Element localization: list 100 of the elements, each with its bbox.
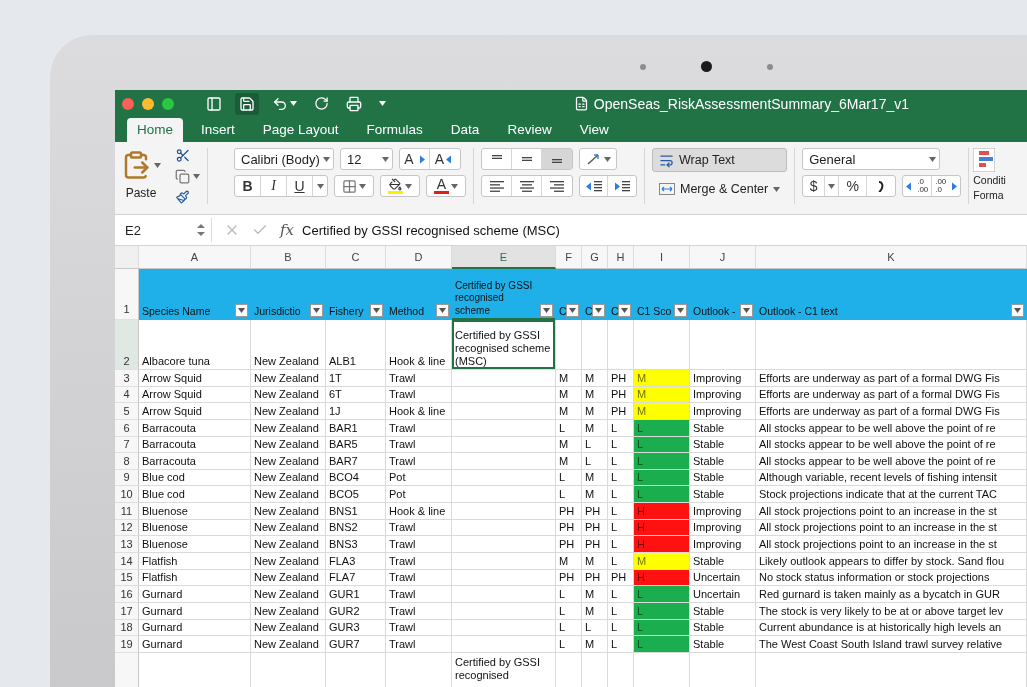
column-title: C1 Sco: [637, 304, 672, 317]
stepper-icon[interactable]: [197, 223, 205, 237]
column-header[interactable]: I: [634, 246, 690, 269]
ribbon-tab[interactable]: Insert: [191, 118, 245, 142]
save-button[interactable]: [235, 92, 259, 115]
percent-button[interactable]: %: [839, 176, 868, 196]
filter-dropdown-button[interactable]: [566, 304, 579, 317]
column-header[interactable]: D: [386, 246, 452, 269]
caret-icon[interactable]: [379, 101, 386, 106]
column-header[interactable]: C: [326, 246, 386, 269]
zoom-button[interactable]: [162, 97, 174, 110]
column-header[interactable]: H: [608, 246, 634, 269]
row-number[interactable]: 3: [115, 370, 139, 387]
column-header[interactable]: J: [690, 246, 756, 269]
grow-font-button[interactable]: A: [400, 149, 430, 169]
row-number[interactable]: 14: [115, 553, 139, 570]
table-cell: Efforts are underway as part of a formal DWG Fis: [756, 403, 1027, 420]
number-format-select[interactable]: General: [802, 148, 941, 170]
table-cell: Trawl: [386, 569, 452, 587]
decrease-decimal-button[interactable]: .00 .0: [932, 176, 961, 196]
column-header[interactable]: G: [582, 246, 608, 269]
format-painter-icon[interactable]: [175, 189, 190, 204]
table-cell: PH: [556, 569, 582, 587]
conditional-formatting-button[interactable]: Conditi Forma: [969, 148, 1006, 214]
row-number[interactable]: 5: [115, 403, 139, 420]
caret-icon[interactable]: [290, 101, 297, 106]
caret-icon[interactable]: [193, 173, 200, 179]
column-header[interactable]: B: [251, 246, 326, 269]
column-header[interactable]: F: [556, 246, 582, 269]
ribbon-tab[interactable]: Formulas: [356, 118, 433, 142]
table-cell: Uncertain: [690, 586, 756, 603]
row-number[interactable]: 19: [115, 636, 139, 653]
caret-icon[interactable]: [323, 156, 330, 162]
table-cell: Stable: [690, 436, 756, 454]
ribbon-tab[interactable]: Review: [497, 118, 562, 142]
ribbon-tab[interactable]: Data: [440, 118, 490, 142]
filter-dropdown-button[interactable]: [1011, 304, 1024, 317]
row-number[interactable]: 10: [115, 486, 139, 504]
currency-options-button[interactable]: [825, 176, 840, 196]
caret-icon[interactable]: [359, 183, 366, 189]
table-cell: New Zealand: [251, 586, 326, 603]
conditional-formatting-icon: [973, 148, 996, 172]
vertical-align-button[interactable]: [542, 149, 572, 169]
currency-button[interactable]: $: [803, 176, 826, 196]
merge-center-button[interactable]: Merge & Center: [652, 177, 788, 201]
table-cell: M: [556, 370, 582, 387]
font-color-button[interactable]: A: [427, 176, 465, 196]
filter-dropdown-button[interactable]: [370, 304, 383, 317]
font-size-select[interactable]: 12: [340, 148, 393, 170]
caret-icon[interactable]: [382, 156, 389, 162]
filter-dropdown-button[interactable]: [618, 304, 631, 317]
filter-dropdown-button[interactable]: [310, 304, 323, 317]
filter-dropdown-button[interactable]: [235, 304, 248, 317]
undo-icon: [272, 95, 288, 112]
paste-button[interactable]: Paste: [121, 148, 161, 204]
filter-dropdown-button[interactable]: [740, 304, 753, 317]
caret-icon[interactable]: [773, 186, 781, 192]
caret-icon[interactable]: [316, 183, 324, 189]
caret-icon[interactable]: [405, 183, 412, 189]
name-box[interactable]: E2: [115, 218, 212, 242]
minimize-button[interactable]: [142, 97, 154, 110]
row-number[interactable]: 16: [115, 586, 139, 603]
filter-dropdown-button[interactable]: [674, 304, 687, 317]
wrap-text-button[interactable]: Wrap Text: [652, 148, 788, 172]
row-number[interactable]: 2: [115, 320, 139, 370]
underline-button[interactable]: U: [287, 176, 313, 196]
font-name-select[interactable]: Calibri (Body): [234, 148, 334, 170]
row-number[interactable]: 1: [115, 269, 139, 320]
caret-icon[interactable]: [154, 162, 161, 168]
ribbon-tab[interactable]: Page Layout: [252, 118, 349, 142]
caret-icon[interactable]: [929, 156, 937, 162]
row-number[interactable]: 8: [115, 453, 139, 470]
caret-icon[interactable]: [828, 183, 836, 189]
caret-icon[interactable]: [603, 156, 611, 162]
bold-button[interactable]: B: [235, 176, 261, 196]
table-cell: Trawl: [386, 553, 452, 570]
filter-dropdown-button[interactable]: [540, 304, 553, 317]
table-cell: New Zealand: [251, 519, 326, 537]
table-cell: Pot: [386, 486, 452, 504]
copy-icon[interactable]: [175, 168, 190, 184]
shrink-font-button[interactable]: A: [430, 149, 460, 169]
italic-button[interactable]: I: [261, 176, 287, 196]
filter-dropdown-button[interactable]: [436, 304, 449, 317]
row-number[interactable]: 11: [115, 503, 139, 520]
column-header[interactable]: A: [139, 246, 251, 269]
insert-function-button[interactable]: fx: [280, 221, 294, 239]
table-cell: Hook & line: [386, 503, 452, 520]
column-title: C: [611, 304, 616, 317]
row-number[interactable]: 13: [115, 536, 139, 554]
formula-input[interactable]: Certified by GSSI recognised scheme (MSC): [302, 222, 560, 238]
column-header[interactable]: K: [756, 246, 1027, 269]
table-cell: Flatfish: [139, 553, 251, 570]
cut-icon[interactable]: [175, 148, 191, 163]
ribbon-tab[interactable]: Home: [127, 118, 183, 142]
filter-dropdown-button[interactable]: [592, 304, 605, 317]
table-cell: FLA7: [326, 569, 386, 587]
caret-icon[interactable]: [451, 183, 458, 189]
increase-decimal-button[interactable]: .0 .00: [903, 176, 933, 196]
column-header[interactable]: E: [452, 246, 556, 269]
ribbon-tab[interactable]: View: [569, 118, 619, 142]
